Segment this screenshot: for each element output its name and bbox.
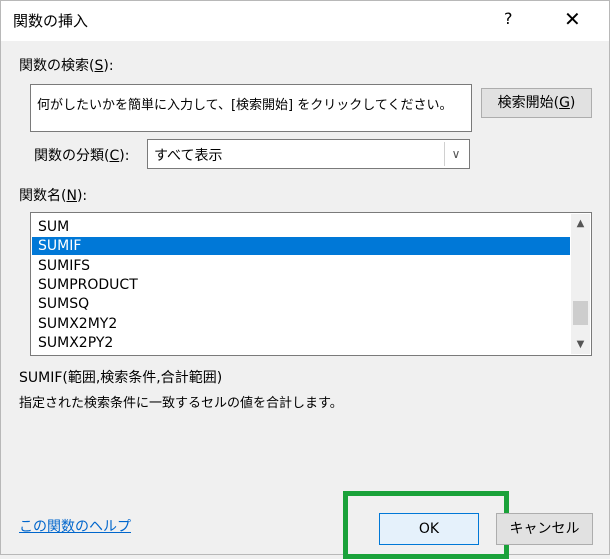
list-item[interactable]: SUMIFS [32,257,570,275]
function-listbox[interactable]: SUM SUMIF SUMIFS SUMPRODUCT SUMSQ SUMX2M… [30,212,592,356]
function-description: 指定された検索条件に一致するセルの値を合計します。 [19,396,343,411]
search-start-button[interactable]: 検索開始(G) [481,88,592,118]
category-selected-value: すべて表示 [154,148,223,164]
list-scrollbar[interactable]: ▲ ▼ [571,214,590,354]
dialog-title: 関数の挿入 [13,12,89,30]
category-label: 関数の分類(C): [34,148,130,164]
list-item-selected[interactable]: SUMIF [32,237,570,255]
ok-button[interactable]: OK [379,513,479,545]
list-item[interactable]: SUMX2MY2 [32,315,570,333]
chevron-down-icon[interactable]: ∨ [444,142,467,166]
function-syntax: SUMIF(範囲,検索条件,合計範囲) [19,370,223,386]
function-help-link[interactable]: この関数のヘルプ [19,516,131,536]
help-icon[interactable]: ? [504,9,513,28]
search-input-text: 何がしたいかを簡単に入力して、[検索開始] をクリックしてください。 [37,98,453,113]
list-item[interactable]: SUMPRODUCT [32,276,570,294]
scroll-thumb[interactable] [573,301,588,325]
category-dropdown[interactable]: すべて表示 ∨ [147,139,470,169]
list-item[interactable]: SUMSQ [32,295,570,313]
function-name-label: 関数名(N): [19,188,88,204]
title-bar: 関数の挿入 ? ✕ [1,1,609,41]
list-item[interactable]: SUMX2PY2 [32,334,570,352]
scroll-down-icon[interactable]: ▼ [571,336,590,353]
search-input[interactable]: 何がしたいかを簡単に入力して、[検索開始] をクリックしてください。 [30,84,472,132]
close-icon[interactable]: ✕ [564,7,581,31]
cancel-button[interactable]: キャンセル [496,513,593,545]
list-item[interactable]: SUM [32,218,570,236]
scroll-up-icon[interactable]: ▲ [571,215,590,232]
insert-function-dialog: 関数の挿入 ? ✕ 関数の検索(S): 何がしたいかを簡単に入力して、[検索開始… [0,0,610,559]
search-label: 関数の検索(S): [19,58,114,74]
